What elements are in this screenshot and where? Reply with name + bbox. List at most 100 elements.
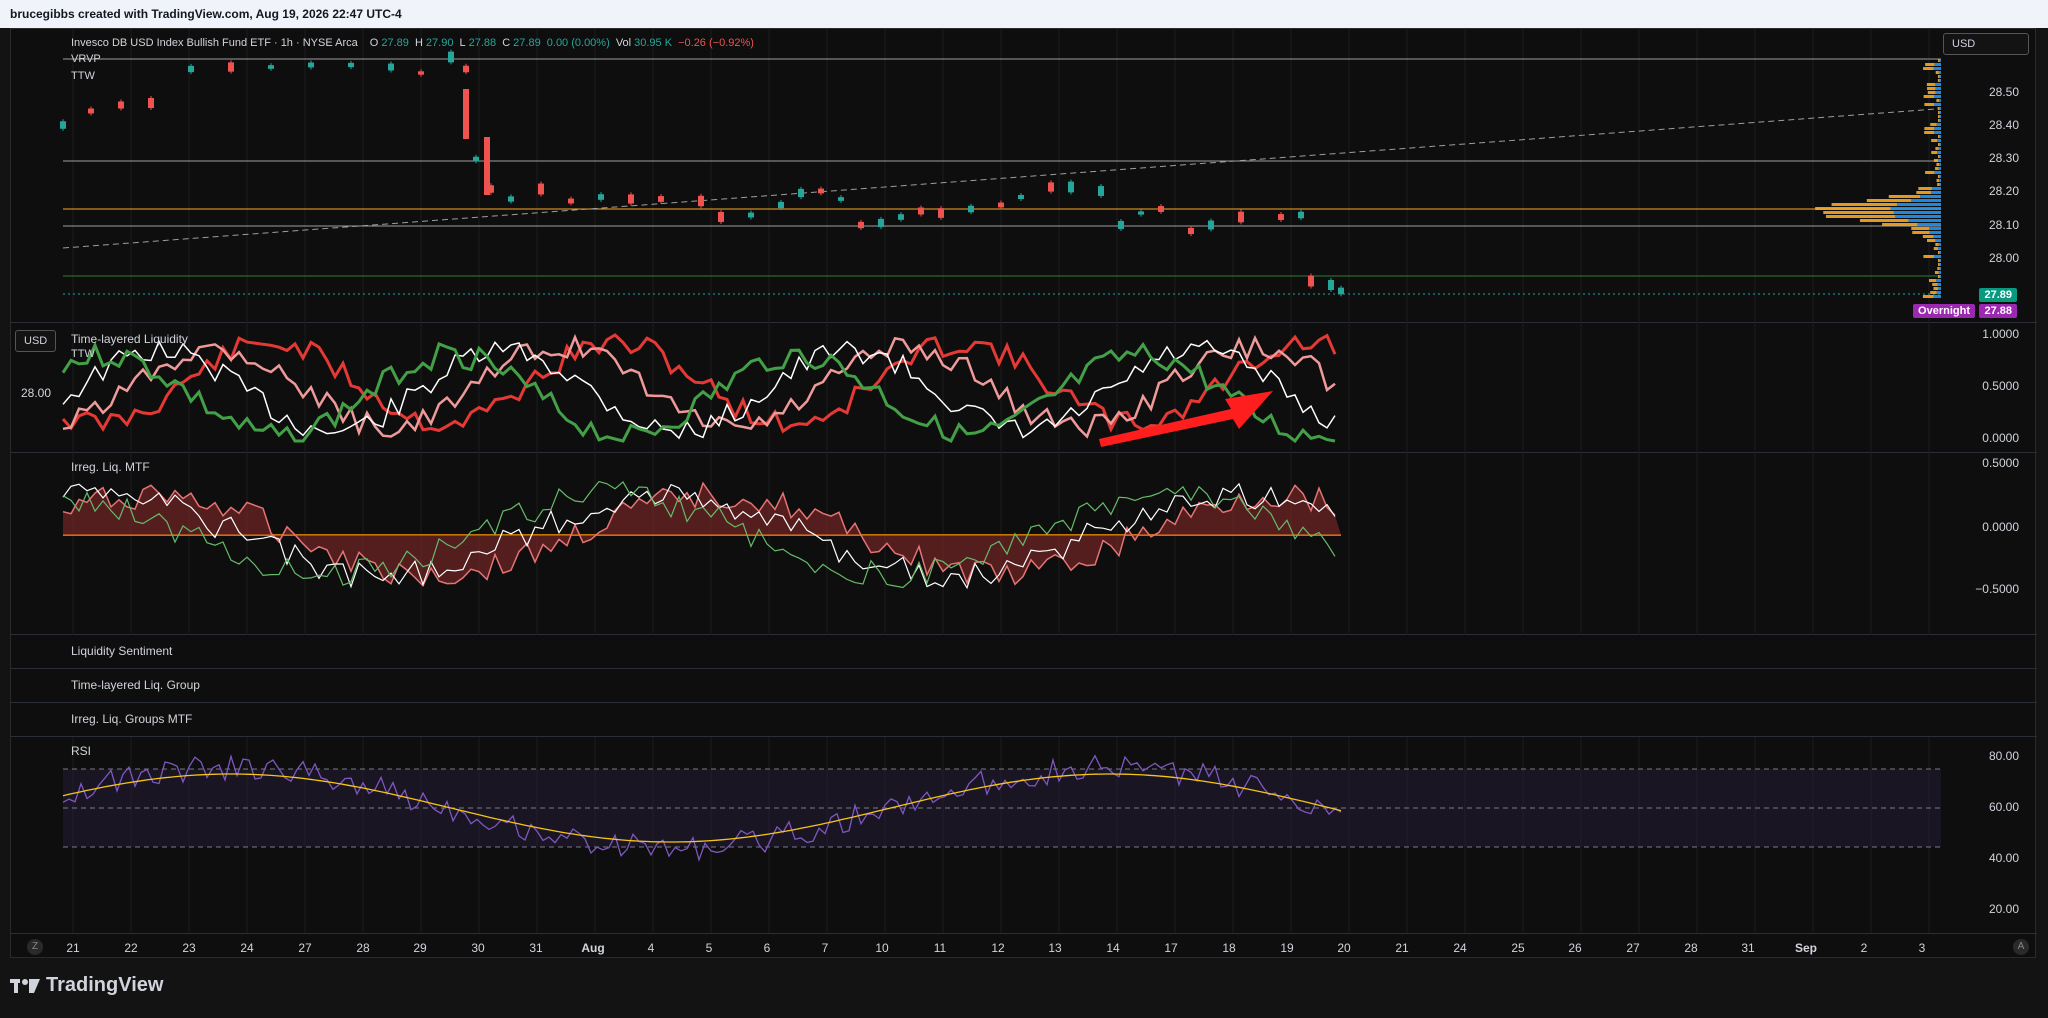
candle [1208, 220, 1214, 230]
price-pane[interactable]: Invesco DB USD Index Bullish Fund ETF · … [11, 29, 2037, 323]
time-axis[interactable]: Z 21 22 23 24 27 28 29 30 31 Aug 4 5 6 7 10 11 12 13 14 17 1… [11, 933, 2037, 959]
candle [938, 208, 944, 218]
symbol-legend[interactable]: Invesco DB USD Index Bullish Fund ETF · … [71, 37, 757, 49]
tll-pane[interactable]: Time-layered Liquidity TTW USD 28.00 1.0… [11, 323, 2037, 453]
volume-profile-bar [1911, 227, 1930, 230]
candle [1238, 211, 1244, 223]
volume-profile-bar [1939, 259, 1941, 262]
ilg-pane[interactable]: Irreg. Liq. Groups MTF [11, 703, 2037, 737]
volume-profile-bar [1938, 243, 1941, 246]
candle [658, 196, 664, 202]
attribution-bar: brucegibbs created with TradingView.com,… [0, 0, 2048, 28]
volume-profile-bar [1859, 219, 1909, 222]
volume-profile-bar [1939, 263, 1941, 266]
volume-profile-bar [1936, 99, 1940, 102]
volume-profile-bar [1923, 255, 1934, 258]
volume-profile-bar [1890, 207, 1941, 210]
volume-profile-bar [1938, 251, 1940, 254]
volume-profile-bar [1927, 239, 1936, 242]
time-tick-4: 27 [298, 941, 312, 955]
volume-profile-bar [1936, 279, 1941, 282]
volume-profile-bar [1911, 199, 1941, 202]
tll-currency-selector[interactable]: USD [15, 330, 57, 352]
irreg-title[interactable]: Irreg. Liq. MTF [71, 460, 150, 474]
candle [463, 89, 469, 139]
irreg-chart [62, 453, 1930, 635]
time-tick-10: 4 [647, 941, 655, 955]
volume-profile-bar [1938, 271, 1941, 274]
zoom-reset-button[interactable]: Z [27, 939, 43, 955]
volume-profile-bar [1924, 131, 1935, 134]
candle [628, 194, 634, 204]
volume-profile-bar [1933, 235, 1941, 238]
rsi-title[interactable]: RSI [71, 744, 91, 758]
volume-profile-bar [1922, 235, 1934, 238]
time-tick-31: 2 [1860, 941, 1868, 955]
volume-profile-bar [1931, 187, 1941, 190]
volume-profile-bar [1920, 195, 1941, 198]
close-value: 27.89 [513, 37, 541, 49]
sentiment-pane[interactable]: Liquidity Sentiment [11, 635, 2037, 669]
candle [228, 62, 234, 72]
candle [838, 197, 844, 201]
volume-profile-bar [1937, 79, 1940, 82]
volume-profile-bar [1934, 95, 1941, 98]
high-label: H [414, 37, 423, 49]
ilg-title[interactable]: Irreg. Liq. Groups MTF [71, 712, 192, 726]
candle [473, 156, 479, 162]
volume-profile-bar [1922, 295, 1934, 298]
tll-title[interactable]: Time-layered Liquidity [71, 332, 188, 346]
attribution-text: brucegibbs created with TradingView.com,… [10, 7, 402, 21]
time-tick-11: 5 [705, 941, 713, 955]
time-tick-26: 26 [1568, 941, 1582, 955]
candle [918, 207, 924, 215]
volume-profile-bar [1939, 251, 1941, 254]
indicator-ttw[interactable]: TTW [71, 70, 95, 82]
volume-profile-bar [1924, 103, 1935, 106]
volume-profile-bar [1927, 91, 1936, 94]
tradingview-logo[interactable]: TradingView [10, 974, 163, 997]
price-chart [60, 29, 1941, 323]
volume-profile-bar [1928, 279, 1937, 282]
volume-profile-bar [1937, 151, 1941, 154]
tll-tick-0: 1.0000 [1982, 327, 2019, 341]
volume-profile-bar [1933, 67, 1941, 70]
tll-series [62, 339, 1336, 440]
volume-profile-bar [1939, 99, 1941, 102]
tlg-title[interactable]: Time-layered Liq. Group [71, 678, 200, 692]
volume-profile-bar [1937, 107, 1940, 110]
irreg-pane[interactable]: Irreg. Liq. MTF 0.5000 0.0000 −0.5000 [11, 453, 2037, 635]
time-tick-27: 27 [1626, 941, 1640, 955]
time-tick-20: 18 [1222, 941, 1236, 955]
close-label: C [502, 37, 511, 49]
open-value: 27.89 [381, 37, 409, 49]
volume-profile-bar [1923, 67, 1934, 70]
volume-profile-bar [1930, 291, 1937, 294]
volume-profile-bar [1931, 191, 1941, 194]
time-tick-29: 31 [1741, 941, 1755, 955]
candle [748, 212, 754, 218]
time-tick-22: 20 [1337, 941, 1351, 955]
candle [1118, 220, 1124, 230]
time-tick-24: 24 [1453, 941, 1467, 955]
tlg-pane[interactable]: Time-layered Liq. Group [11, 669, 2037, 703]
time-tick-8: 31 [529, 941, 543, 955]
volume-profile-bar [1934, 271, 1939, 274]
overnight-label-tag: Overnight [1913, 304, 1975, 318]
candle [1338, 287, 1344, 295]
volume-profile-bar [1939, 267, 1941, 270]
volume-profile-bar [1938, 159, 1941, 162]
indicator-vrvp[interactable]: VRVP [71, 53, 101, 65]
candle [1048, 182, 1054, 192]
time-tick-30: Sep [1794, 941, 1818, 955]
symbol-name[interactable]: Invesco DB USD Index Bullish Fund ETF · … [71, 37, 358, 49]
volume-profile-bar [1936, 163, 1940, 166]
sentiment-title[interactable]: Liquidity Sentiment [71, 644, 172, 658]
rsi-pane[interactable]: RSI 80.00 60.00 40.00 20.00 [11, 737, 2037, 933]
currency-selector[interactable]: USD [1943, 33, 2029, 55]
chart-frame[interactable]: Invesco DB USD Index Bullish Fund ETF · … [10, 28, 2037, 959]
rsi-tick-1: 60.00 [1988, 800, 2019, 814]
auto-scale-button[interactable]: A [2013, 939, 2029, 955]
candle [148, 97, 154, 109]
volume-profile-bar [1939, 179, 1941, 182]
